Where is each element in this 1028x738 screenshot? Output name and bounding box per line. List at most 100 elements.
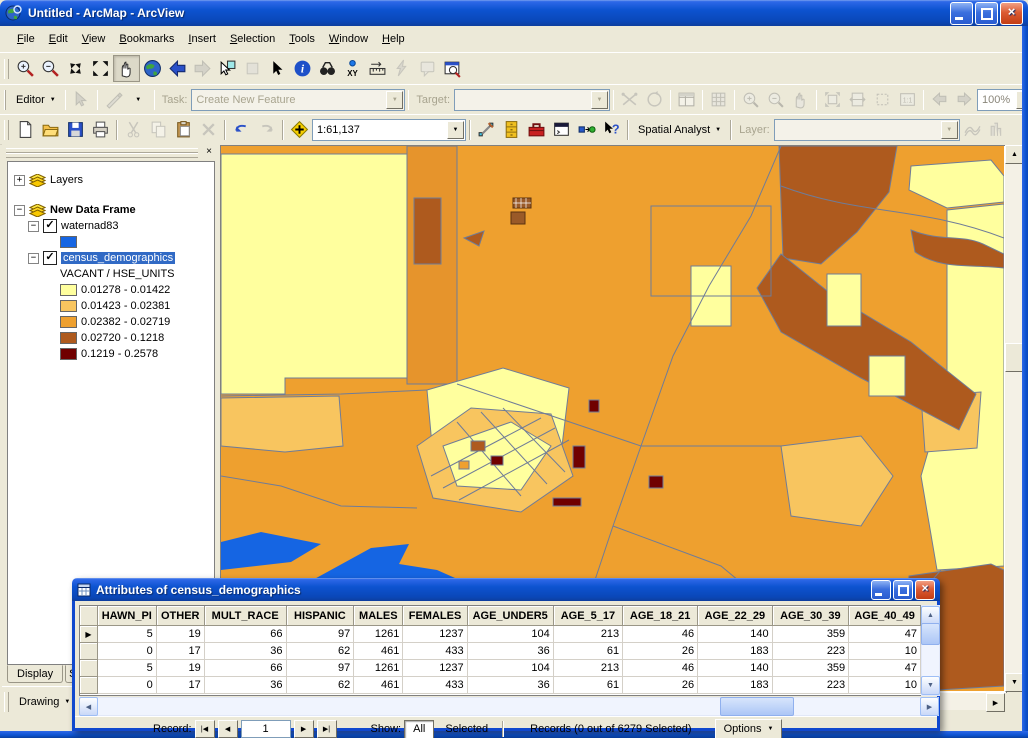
attribute-table[interactable]: HAWN_PIOTHERMULT_RACEHISPANICMALESFEMALE… bbox=[79, 605, 922, 696]
table-cell[interactable]: 17 bbox=[156, 677, 204, 694]
maximize-button[interactable] bbox=[893, 580, 913, 600]
scroll-thumb[interactable] bbox=[921, 623, 940, 645]
pan-icon[interactable] bbox=[113, 55, 140, 82]
layout-go-back-extent-icon[interactable] bbox=[927, 87, 952, 112]
legend-swatch[interactable] bbox=[60, 332, 77, 344]
table-cell[interactable]: 213 bbox=[553, 626, 622, 643]
table-cell[interactable]: 17 bbox=[156, 643, 204, 660]
expand-icon[interactable]: + bbox=[14, 175, 25, 186]
table-cell[interactable]: 97 bbox=[286, 660, 354, 677]
legend-item[interactable]: 0.02382 - 0.02719 bbox=[8, 314, 214, 330]
modelbuilder-icon[interactable] bbox=[574, 117, 599, 142]
table-cell[interactable]: 46 bbox=[623, 626, 698, 643]
spatial-analyst-menu-button[interactable]: Spatial Analyst▼ bbox=[632, 121, 727, 139]
collapse-icon[interactable]: − bbox=[28, 221, 39, 232]
histogram-icon[interactable] bbox=[985, 117, 1010, 142]
toc-header[interactable]: × bbox=[4, 146, 218, 159]
menu-file[interactable]: File bbox=[10, 30, 42, 48]
add-data-icon[interactable] bbox=[287, 117, 312, 142]
edit-tool-icon[interactable] bbox=[69, 87, 94, 112]
column-header[interactable]: AGE_30_39 bbox=[772, 606, 849, 626]
legend-item[interactable]: 0.1219 - 0.2578 bbox=[8, 346, 214, 362]
chevron-down-icon[interactable]: ▼ bbox=[447, 121, 464, 139]
select-features-icon[interactable] bbox=[215, 56, 240, 81]
menu-window[interactable]: Window bbox=[322, 30, 375, 48]
layout-fixed-zoom-icon[interactable] bbox=[870, 87, 895, 112]
table-cell[interactable]: 62 bbox=[286, 677, 354, 694]
sketch-tool-icon[interactable] bbox=[101, 87, 126, 112]
row-selector[interactable]: ▶ bbox=[80, 626, 97, 643]
scroll-right-icon[interactable]: ▶ bbox=[920, 697, 939, 716]
table-row[interactable]: 017366246143336612618322310 bbox=[80, 677, 921, 694]
minimize-button[interactable] bbox=[950, 2, 973, 25]
layer-combo[interactable]: ▼ bbox=[774, 119, 960, 141]
tab-display[interactable]: Display bbox=[7, 665, 63, 683]
previous-record-icon[interactable]: ◀ bbox=[218, 720, 238, 738]
column-header[interactable]: AGE_22_29 bbox=[698, 606, 772, 626]
layout-go-forward-extent-icon[interactable] bbox=[952, 87, 977, 112]
scroll-right-icon[interactable]: ▶ bbox=[986, 693, 1005, 712]
toc-item-layers[interactable]: + Layers bbox=[8, 172, 214, 188]
column-header[interactable]: HAWN_PI bbox=[97, 606, 156, 626]
toc-close-icon[interactable]: × bbox=[202, 146, 216, 159]
column-header[interactable]: HISPANIC bbox=[286, 606, 354, 626]
toc-item-data-frame[interactable]: − New Data Frame bbox=[8, 202, 214, 218]
layout-zoom-in-icon[interactable] bbox=[738, 87, 763, 112]
column-header[interactable]: MULT_RACE bbox=[204, 606, 286, 626]
table-cell[interactable]: 26 bbox=[623, 643, 698, 660]
layout-zoom-whole-page-icon[interactable] bbox=[820, 87, 845, 112]
print-icon[interactable] bbox=[88, 117, 113, 142]
scroll-thumb[interactable] bbox=[720, 697, 794, 716]
toc-item-census[interactable]: − ✓ census_demographics bbox=[8, 250, 214, 266]
table-cell[interactable]: 433 bbox=[403, 643, 467, 660]
delete-icon[interactable] bbox=[196, 117, 221, 142]
toc-item-waternad83[interactable]: − ✓ waternad83 bbox=[8, 218, 214, 234]
table-cell[interactable]: 97 bbox=[286, 626, 354, 643]
menu-tools[interactable]: Tools bbox=[282, 30, 322, 48]
full-extent-icon[interactable] bbox=[140, 56, 165, 81]
table-cell[interactable]: 1237 bbox=[403, 660, 467, 677]
layout-zoom-combo[interactable]: 100%▼ bbox=[977, 89, 1028, 111]
first-record-icon[interactable]: |◀ bbox=[195, 720, 215, 738]
redo-icon[interactable] bbox=[254, 117, 279, 142]
scroll-left-icon[interactable]: ◀ bbox=[79, 697, 98, 716]
collapse-icon[interactable]: − bbox=[14, 205, 25, 216]
table-cell[interactable]: 36 bbox=[204, 677, 286, 694]
attributes-dialog-icon[interactable] bbox=[674, 87, 699, 112]
menu-view[interactable]: View bbox=[75, 30, 113, 48]
magnifier-window-icon[interactable] bbox=[440, 56, 465, 81]
table-cell[interactable]: 66 bbox=[204, 626, 286, 643]
table-cell[interactable]: 183 bbox=[698, 643, 772, 660]
table-cell[interactable]: 1261 bbox=[354, 626, 403, 643]
table-cell[interactable]: 1237 bbox=[403, 626, 467, 643]
table-cell[interactable]: 359 bbox=[772, 660, 849, 677]
row-selector[interactable] bbox=[80, 677, 97, 694]
arctoolbox-icon[interactable] bbox=[524, 117, 549, 142]
close-button[interactable]: × bbox=[915, 580, 935, 600]
table-cell[interactable]: 1261 bbox=[354, 660, 403, 677]
row-selector[interactable] bbox=[80, 660, 97, 677]
drawing-menu-button[interactable]: Drawing▼ bbox=[13, 693, 76, 711]
water-symbol-swatch[interactable] bbox=[60, 236, 77, 248]
go-to-xy-icon[interactable]: XY bbox=[340, 56, 365, 81]
table-cell[interactable]: 104 bbox=[467, 626, 553, 643]
column-header[interactable]: FEMALES bbox=[403, 606, 467, 626]
layer-checkbox[interactable]: ✓ bbox=[43, 251, 57, 265]
table-cell[interactable]: 461 bbox=[354, 643, 403, 660]
measure-icon[interactable] bbox=[365, 56, 390, 81]
clear-selection-icon[interactable] bbox=[240, 56, 265, 81]
show-selected-button[interactable]: Selected bbox=[437, 721, 496, 738]
legend-item[interactable]: 0.01423 - 0.02381 bbox=[8, 298, 214, 314]
table-cell[interactable]: 10 bbox=[849, 677, 921, 694]
scroll-down-icon[interactable]: ▼ bbox=[921, 676, 940, 695]
attribute-window-titlebar[interactable]: Attributes of census_demographics × bbox=[72, 578, 940, 601]
layout-pan-icon[interactable] bbox=[788, 87, 813, 112]
table-cell[interactable]: 5 bbox=[97, 626, 156, 643]
open-map-icon[interactable] bbox=[38, 117, 63, 142]
layout-zoom-one-to-one-icon[interactable]: 1:1 bbox=[895, 87, 920, 112]
menu-bookmarks[interactable]: Bookmarks bbox=[112, 30, 181, 48]
table-cell[interactable]: 140 bbox=[698, 660, 772, 677]
map-vertical-scrollbar[interactable]: ▲ ▼ bbox=[1005, 145, 1022, 692]
table-cell[interactable]: 5 bbox=[97, 660, 156, 677]
last-record-icon[interactable]: ▶| bbox=[317, 720, 337, 738]
